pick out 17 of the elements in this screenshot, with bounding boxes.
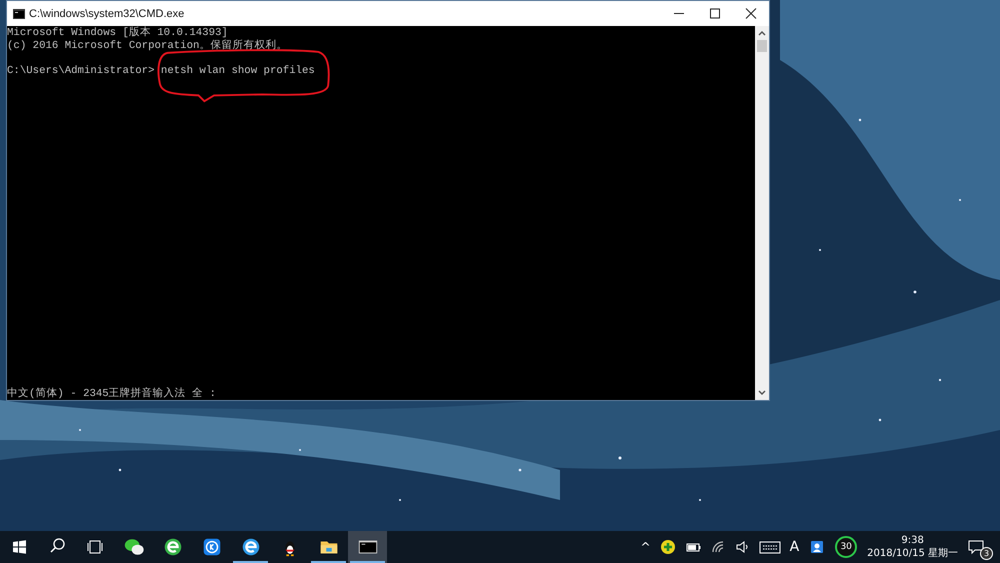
scroll-thumb[interactable] — [757, 40, 767, 52]
notification-count: 3 — [980, 547, 993, 560]
console-line: C:\Users\Administrator> netsh wlan show profiles — [7, 64, 315, 76]
notification-button[interactable]: 3 — [966, 533, 992, 561]
show-hidden-icons-button[interactable]: ^ — [640, 540, 651, 554]
console-line: Microsoft Windows [版本 10.0.14393] — [7, 27, 228, 39]
console-icon — [13, 8, 25, 18]
clock-date[interactable]: 2018/10/15 星期一 — [867, 547, 958, 560]
ime-status: 中文(简体) - 2345王牌拼音输入法 全 : — [7, 388, 216, 400]
app-icon — [122, 536, 144, 558]
ime-mode-button[interactable]: A — [790, 539, 800, 555]
taskbar-app[interactable] — [348, 531, 387, 563]
scrollbar[interactable] — [755, 26, 769, 400]
window-title: C:\windows\system32\CMD.exe — [29, 8, 186, 20]
clock-time[interactable]: 9:38 — [901, 534, 924, 547]
speed-badge[interactable]: 30 — [835, 536, 858, 558]
console-line: (c) 2016 Microsoft Corporation。保留所有权利。 — [7, 40, 288, 52]
